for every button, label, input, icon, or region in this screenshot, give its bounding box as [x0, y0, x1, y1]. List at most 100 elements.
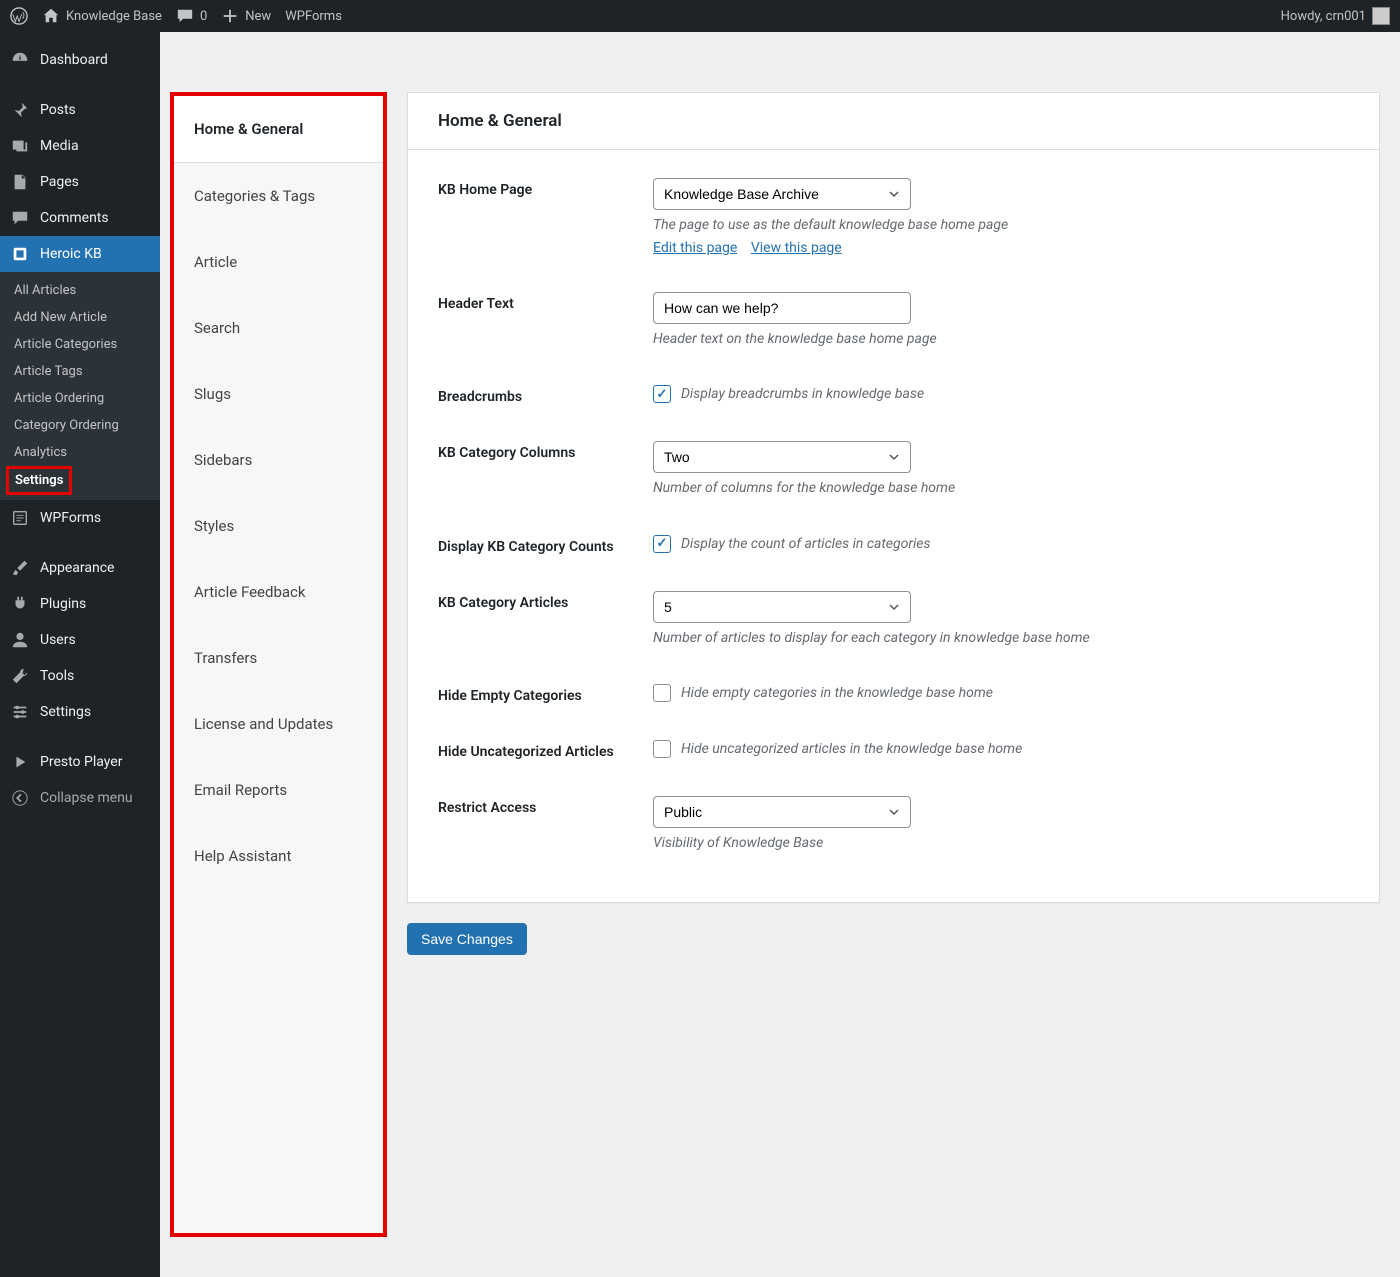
wpforms-link[interactable]: WPForms	[285, 9, 342, 24]
user-icon	[10, 630, 30, 650]
new-link[interactable]: New	[221, 7, 271, 25]
tab-help-assistant[interactable]: Help Assistant	[174, 823, 383, 889]
menu-wpforms[interactable]: WPForms	[0, 500, 160, 536]
howdy-text: Howdy, crn001	[1281, 9, 1366, 24]
howdy-link[interactable]: Howdy, crn001	[1281, 7, 1390, 25]
pin-icon	[10, 100, 30, 120]
site-name-link[interactable]: Knowledge Base	[42, 7, 162, 25]
sub-article-tags[interactable]: Article Tags	[0, 358, 160, 385]
tab-article-feedback[interactable]: Article Feedback	[174, 559, 383, 625]
sub-category-ordering[interactable]: Category Ordering	[0, 412, 160, 439]
settings-panel: Home & General KB Home Page Knowledge Ba…	[407, 92, 1380, 1237]
wp-logo[interactable]	[10, 7, 28, 25]
edit-page-link[interactable]: Edit this page	[653, 240, 737, 256]
site-name-text: Knowledge Base	[66, 9, 162, 24]
menu-media-label: Media	[40, 138, 79, 154]
play-icon	[10, 752, 30, 772]
menu-heroic-kb[interactable]: Heroic KB	[0, 236, 160, 272]
menu-plugins-label: Plugins	[40, 596, 86, 612]
tab-license[interactable]: License and Updates	[174, 691, 383, 757]
restrict-desc: Visibility of Knowledge Base	[653, 834, 1349, 854]
menu-comments-label: Comments	[40, 210, 109, 226]
menu-collapse-label: Collapse menu	[40, 790, 133, 806]
menu-pages[interactable]: Pages	[0, 164, 160, 200]
sub-article-categories[interactable]: Article Categories	[0, 331, 160, 358]
save-changes-button[interactable]: Save Changes	[407, 923, 527, 955]
media-icon	[10, 136, 30, 156]
tab-transfers[interactable]: Transfers	[174, 625, 383, 691]
breadcrumbs-checkbox[interactable]	[653, 385, 671, 403]
dashboard-icon	[10, 50, 30, 70]
form-icon	[10, 508, 30, 528]
home-icon	[42, 7, 60, 25]
tab-home-general[interactable]: Home & General	[174, 96, 383, 163]
restrict-label: Restrict Access	[438, 796, 653, 854]
menu-posts[interactable]: Posts	[0, 92, 160, 128]
menu-posts-label: Posts	[40, 102, 76, 118]
menu-users[interactable]: Users	[0, 622, 160, 658]
articles-select[interactable]: 5	[653, 591, 911, 623]
articles-label: KB Category Articles	[438, 591, 653, 649]
menu-presto-label: Presto Player	[40, 754, 122, 770]
kb-home-page-desc: The page to use as the default knowledge…	[653, 216, 1349, 236]
comments-count: 0	[200, 9, 207, 24]
settings-tabs: Home & General Categories & Tags Article…	[170, 92, 387, 1237]
brush-icon	[10, 558, 30, 578]
menu-heroic-kb-label: Heroic KB	[40, 246, 102, 262]
menu-pages-label: Pages	[40, 174, 79, 190]
avatar	[1372, 7, 1390, 25]
columns-select[interactable]: Two	[653, 441, 911, 473]
counts-label: Display KB Category Counts	[438, 535, 653, 555]
hide-empty-label: Hide Empty Categories	[438, 684, 653, 704]
columns-label: KB Category Columns	[438, 441, 653, 499]
menu-collapse[interactable]: Collapse menu	[0, 780, 160, 816]
menu-plugins[interactable]: Plugins	[0, 586, 160, 622]
kb-home-page-select[interactable]: Knowledge Base Archive	[653, 178, 911, 210]
restrict-select[interactable]: Public	[653, 796, 911, 828]
tab-email-reports[interactable]: Email Reports	[174, 757, 383, 823]
tab-sidebars[interactable]: Sidebars	[174, 427, 383, 493]
breadcrumbs-label: Breadcrumbs	[438, 385, 653, 405]
panel-title: Home & General	[408, 93, 1379, 150]
header-text-input[interactable]	[653, 292, 911, 324]
admin-menu: Dashboard Posts Media Pages Comments Her…	[0, 32, 160, 1277]
menu-comments[interactable]: Comments	[0, 200, 160, 236]
admin-bar: Knowledge Base 0 New WPForms Howdy, crn0…	[0, 0, 1400, 32]
comments-link[interactable]: 0	[176, 7, 207, 25]
menu-settings[interactable]: Settings	[0, 694, 160, 730]
tab-categories-tags[interactable]: Categories & Tags	[174, 163, 383, 229]
menu-users-label: Users	[40, 632, 76, 648]
new-text: New	[245, 9, 271, 24]
tab-slugs[interactable]: Slugs	[174, 361, 383, 427]
menu-appearance-label: Appearance	[40, 560, 114, 576]
menu-wpforms-label: WPForms	[40, 510, 101, 526]
sub-add-new[interactable]: Add New Article	[0, 304, 160, 331]
menu-tools-label: Tools	[40, 668, 74, 684]
tab-styles[interactable]: Styles	[174, 493, 383, 559]
hide-uncat-check-label: Hide uncategorized articles in the knowl…	[681, 741, 1022, 757]
sub-analytics[interactable]: Analytics	[0, 439, 160, 466]
menu-media[interactable]: Media	[0, 128, 160, 164]
tab-search[interactable]: Search	[174, 295, 383, 361]
columns-desc: Number of columns for the knowledge base…	[653, 479, 1349, 499]
hide-empty-check-label: Hide empty categories in the knowledge b…	[681, 685, 993, 701]
view-page-link[interactable]: View this page	[751, 240, 842, 256]
hide-uncat-label: Hide Uncategorized Articles	[438, 740, 653, 760]
hide-empty-checkbox[interactable]	[653, 684, 671, 702]
tab-article[interactable]: Article	[174, 229, 383, 295]
plus-icon	[221, 7, 239, 25]
menu-presto[interactable]: Presto Player	[0, 744, 160, 780]
menu-settings-label: Settings	[40, 704, 91, 720]
menu-dashboard[interactable]: Dashboard	[0, 42, 160, 78]
menu-appearance[interactable]: Appearance	[0, 550, 160, 586]
sub-all-articles[interactable]: All Articles	[0, 277, 160, 304]
menu-tools[interactable]: Tools	[0, 658, 160, 694]
counts-checkbox[interactable]	[653, 535, 671, 553]
menu-dashboard-label: Dashboard	[40, 52, 108, 68]
hide-uncat-checkbox[interactable]	[653, 740, 671, 758]
sub-settings[interactable]: Settings	[6, 466, 72, 495]
sub-article-ordering[interactable]: Article Ordering	[0, 385, 160, 412]
page-icon	[10, 172, 30, 192]
articles-desc: Number of articles to display for each c…	[653, 629, 1349, 649]
header-text-desc: Header text on the knowledge base home p…	[653, 330, 1349, 350]
